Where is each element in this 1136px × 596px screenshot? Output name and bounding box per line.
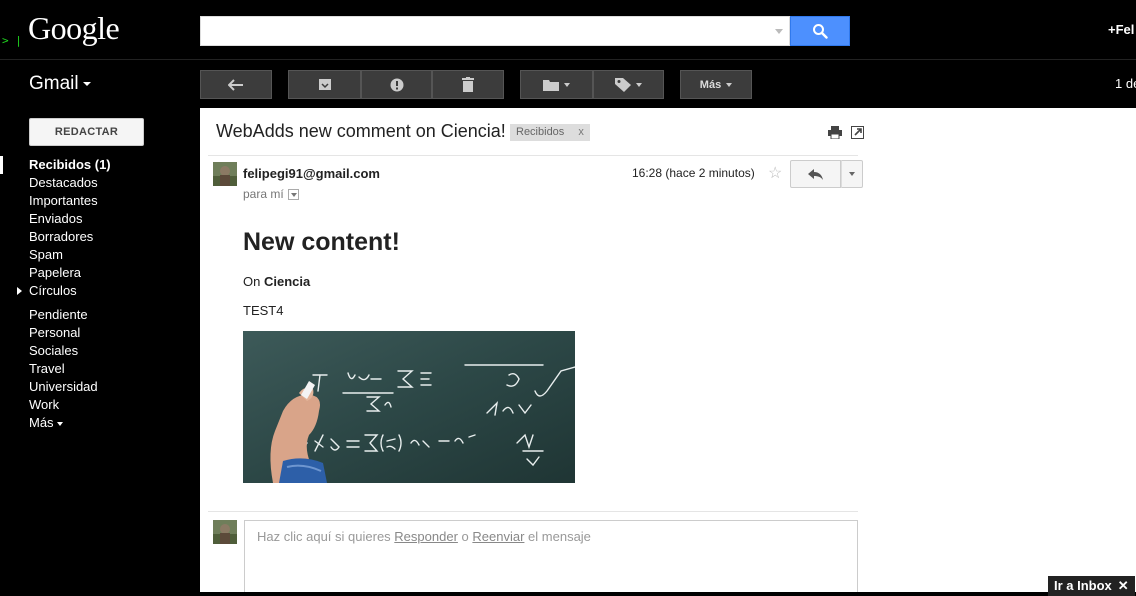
chevron-down-icon [564,82,570,87]
go-to-inbox-banner[interactable]: Ir a Inbox ✕ [1048,576,1135,596]
delete-button[interactable] [432,70,504,99]
divider [208,155,858,156]
label-chip-text: Recibidos [516,126,565,138]
body-on-line: On Ciencia [243,274,310,289]
sidebar-more[interactable]: Más [0,414,190,432]
top-bar: Google > | +Fel [0,0,1136,60]
body-heading: New content! [243,228,400,256]
expand-triangle-icon[interactable] [17,287,22,295]
search-icon [813,24,828,39]
reply-prompt-suffix: el mensaje [528,529,591,544]
sidebar-label-universidad[interactable]: Universidad [0,378,190,396]
recipient-line: para mí [243,187,299,201]
sidebar-item-label: Círculos [29,283,77,298]
move-to-button[interactable] [520,70,593,99]
sender-avatar[interactable] [213,162,237,186]
divider [208,511,858,512]
sidebar-item-circles[interactable]: Círculos [0,282,190,300]
message-subject: WebAdds new comment on Ciencia! [216,121,506,141]
inbox-label-chip[interactable]: Recibidos x [510,124,590,141]
reply-prompt-or: o [461,529,469,544]
page-count: 1 de [1115,76,1136,91]
back-button[interactable] [200,70,272,99]
sidebar-label-work[interactable]: Work [0,396,190,414]
message-timestamp: 16:28 (hace 2 minutos) [632,166,755,180]
report-spam-button[interactable] [361,70,432,99]
go-to-inbox-label[interactable]: Ir a Inbox [1054,578,1112,593]
google-logo[interactable]: Google [28,10,120,47]
chalkboard-image [243,331,575,483]
more-options-button[interactable] [841,160,863,188]
chevron-down-icon [636,82,642,87]
user-profile-link[interactable]: +Fel [1108,22,1134,37]
quick-reply-box[interactable]: Haz clic aquí si quieres Responder o Ree… [244,520,858,592]
chevron-down-icon [849,172,855,176]
avatar-photo [213,162,237,186]
logo-decoration: > | [2,34,22,47]
sidebar-item-trash[interactable]: Papelera [0,264,190,282]
archive-icon [318,79,331,90]
sidebar-label-personal[interactable]: Personal [0,324,190,342]
reply-icon [808,168,823,180]
reply-link[interactable]: Responder [394,529,458,544]
forward-link[interactable]: Reenviar [472,529,524,544]
more-actions-button[interactable]: Más [680,70,752,99]
print-icon[interactable] [828,126,842,139]
close-icon[interactable]: ✕ [1118,578,1129,593]
trash-icon [462,77,474,92]
recipient-text: para mí [243,187,284,201]
search-options-arrow-icon[interactable] [775,29,783,34]
star-icon[interactable]: ☆ [768,163,782,183]
sidebar-label-sociales[interactable]: Sociales [0,342,190,360]
more-actions-label: Más [699,78,722,91]
compose-button[interactable]: REDACTAR [29,118,144,146]
archive-button[interactable] [288,70,361,99]
sidebar-label-travel[interactable]: Travel [0,360,190,378]
my-avatar [213,520,237,544]
sidebar-item-drafts[interactable]: Borradores [0,228,190,246]
folder-icon [543,79,559,91]
sidebar-item-starred[interactable]: Destacados [0,174,190,192]
show-details-dropdown-icon[interactable] [287,189,299,201]
reply-prompt: Haz clic aquí si quieres Responder o Ree… [257,529,591,544]
new-window-icon[interactable] [851,126,864,139]
reply-button[interactable] [790,160,841,188]
message-view: WebAdds new comment on Ciencia! Recibido… [200,108,1136,592]
remove-label-button[interactable]: x [578,126,584,138]
gmail-menu[interactable]: Gmail [29,73,91,95]
labels-button[interactable] [593,70,664,99]
body-on-prefix: On [243,274,261,289]
search-button[interactable] [790,16,850,46]
sidebar-item-spam[interactable]: Spam [0,246,190,264]
avatar-photo [213,520,237,544]
sidebar-item-important[interactable]: Importantes [0,192,190,210]
sidebar-item-inbox[interactable]: Recibidos (1) [0,156,190,174]
label-tag-icon [615,77,631,92]
chevron-down-icon [82,81,91,86]
chevron-down-icon [726,82,733,87]
back-arrow-icon [228,78,243,91]
sender-email[interactable]: felipegi91@gmail.com [243,166,380,181]
body-on-value: Ciencia [263,274,311,289]
reply-prompt-prefix: Haz clic aquí si quieres [257,529,391,544]
spam-icon [390,78,403,91]
chevron-down-icon [56,421,63,426]
sidebar-nav: Recibidos (1) Destacados Importantes Env… [0,156,190,432]
sidebar-item-sent[interactable]: Enviados [0,210,190,228]
chalkboard-illustration [243,331,575,483]
gmail-label: Gmail [29,73,79,94]
body-text: TEST4 [243,303,284,318]
sidebar-label-pendiente[interactable]: Pendiente [0,306,190,324]
sidebar-more-label: Más [29,415,54,430]
search-input[interactable] [200,16,790,46]
